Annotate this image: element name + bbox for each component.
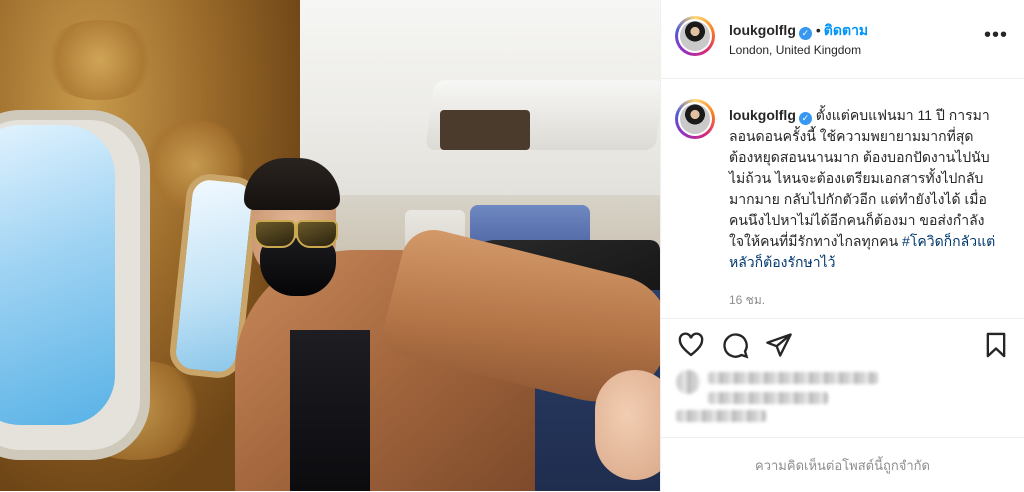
caption-avatar[interactable]: [675, 99, 715, 139]
verified-icon: ✓: [798, 112, 812, 125]
action-bar: [661, 318, 1024, 369]
location-link[interactable]: London, United Kingdom: [729, 43, 861, 57]
post-header: loukgolflg ✓ • ติดตาม London, United Kingdo…: [661, 0, 1024, 79]
comment-icon[interactable]: [721, 331, 749, 359]
caption-text-block: loukgolflg ✓ ตั้งแต่คบแฟนมา 11 ปี การมาลอ…: [729, 105, 997, 273]
heart-icon[interactable]: [677, 331, 705, 359]
bookmark-icon[interactable]: [982, 331, 1010, 359]
verified-icon: ✓: [798, 27, 812, 40]
post-photo[interactable]: [0, 0, 660, 491]
separator-dot: •: [815, 22, 821, 38]
caption-area: loukgolflg ✓ ตั้งแต่คบแฟนมา 11 ปี การมาลอ…: [661, 79, 1024, 319]
follow-button[interactable]: ติดตาม: [824, 22, 868, 38]
avatar[interactable]: [675, 16, 715, 56]
header-line: loukgolflg ✓ • ติดตาม: [729, 20, 868, 42]
more-horizontal-icon[interactable]: •••: [984, 25, 1008, 45]
open-overhead-bin: [440, 110, 530, 150]
username-link[interactable]: loukgolflg: [729, 22, 796, 38]
caption-username-link[interactable]: loukgolflg: [729, 107, 796, 123]
blurred-likes: [676, 366, 896, 426]
post-time[interactable]: 16 ชม.: [729, 291, 765, 310]
avatar-image: [680, 104, 710, 134]
airplane-window: [0, 125, 115, 425]
share-icon[interactable]: [765, 331, 793, 359]
avatar-image: [680, 21, 710, 51]
comments-limited-notice: ความคิดเห็นต่อโพสต์นี้ถูกจำกัด: [661, 437, 1024, 492]
caption-text: ตั้งแต่คบแฟนมา 11 ปี การมาลอนดอนครั้งนี้…: [729, 107, 990, 249]
person-hand: [595, 370, 660, 480]
comments-limited-text: ความคิดเห็นต่อโพสต์นี้ถูกจำกัด: [755, 457, 930, 473]
sunglasses: [252, 220, 338, 248]
person-shirt: [290, 330, 370, 491]
